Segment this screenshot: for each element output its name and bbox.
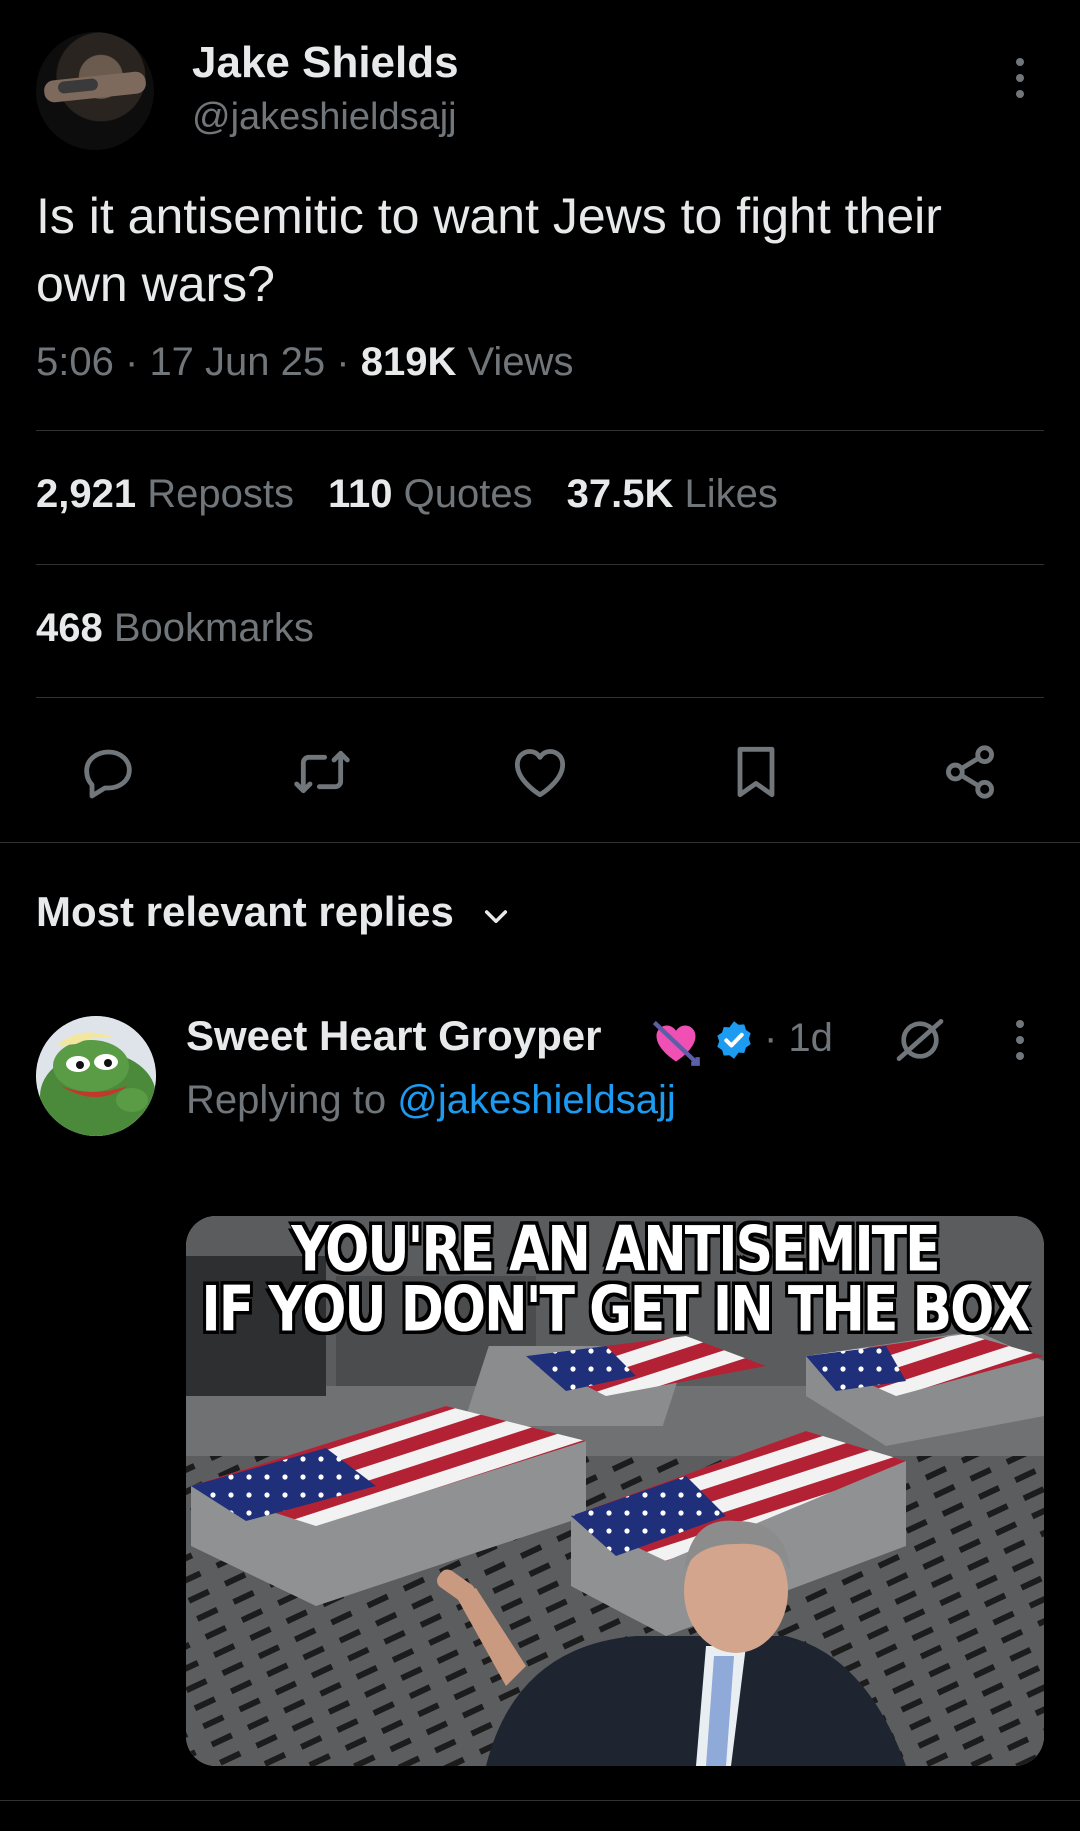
bookmarks-stat[interactable]: 468 Bookmarks: [36, 606, 314, 651]
reposts-count: 2,921: [36, 472, 137, 516]
bookmark-icon[interactable]: [724, 740, 788, 804]
author-name[interactable]: Jake Shields: [192, 38, 459, 88]
reposts-stat[interactable]: 2,921 Reposts: [36, 472, 294, 516]
reply-author-name[interactable]: Sweet Heart Groyper: [186, 1012, 602, 1060]
likes-label: Likes: [684, 472, 778, 516]
replying-to: Replying to @jakeshieldsajj: [186, 1078, 676, 1123]
quotes-label: Quotes: [403, 472, 533, 516]
replying-handle-link[interactable]: @jakeshieldsajj: [397, 1078, 676, 1122]
like-icon[interactable]: [508, 740, 572, 804]
divider: [0, 1800, 1080, 1801]
reposts-label: Reposts: [147, 472, 294, 516]
tweet-time: 5:06: [36, 340, 114, 384]
reply-avatar[interactable]: [36, 1016, 156, 1136]
tweet-text: Is it antisemitic to want Jews to fight …: [36, 188, 942, 312]
meta-separator: ·: [124, 340, 139, 384]
tweet-meta: 5:06 · 17 Jun 25 · 819K Views: [36, 340, 573, 385]
reply-age[interactable]: · 1d: [764, 1016, 833, 1061]
likes-stat[interactable]: 37.5K Likes: [567, 472, 778, 516]
divider: [36, 430, 1044, 431]
views-count[interactable]: 819K: [361, 340, 457, 384]
repost-icon[interactable]: [290, 740, 354, 804]
divider: [36, 697, 1044, 698]
reply-more-options-icon[interactable]: [1008, 1020, 1032, 1066]
divider: [0, 842, 1080, 843]
quotes-count: 110: [327, 472, 393, 516]
meta-separator: ·: [336, 340, 350, 384]
reply-icon[interactable]: [76, 740, 140, 804]
heart-arrow-emoji-icon: [650, 1016, 702, 1068]
divider: [36, 564, 1044, 565]
verified-badge-icon: [712, 1018, 756, 1062]
replying-prefix: Replying to: [186, 1078, 387, 1122]
tweet-date: 17 Jun 25: [149, 340, 326, 384]
share-icon[interactable]: [938, 740, 1002, 804]
quotes-stat[interactable]: 110 Quotes: [328, 472, 533, 516]
engagement-stats: 2,921 Reposts 110 Quotes 37.5K Likes: [36, 472, 778, 517]
grok-icon[interactable]: [892, 1012, 948, 1068]
author-avatar[interactable]: [36, 32, 154, 150]
bookmarks-label: Bookmarks: [113, 606, 314, 650]
replies-sort-label[interactable]: Most relevant replies: [36, 888, 454, 936]
bookmarks-count: 468: [36, 606, 103, 650]
tweet-detail-page: Jake Shields @jakeshieldsajj Is it antis…: [0, 0, 1080, 1831]
media-caption-line-2: IF YOU DON'T GET IN THE BOX: [201, 1274, 1030, 1346]
chevron-down-icon[interactable]: [480, 900, 512, 932]
more-options-icon[interactable]: [1008, 58, 1032, 104]
views-label[interactable]: Views: [467, 340, 573, 384]
author-handle[interactable]: @jakeshieldsajj: [192, 96, 457, 139]
likes-count: 37.5K: [566, 472, 674, 516]
